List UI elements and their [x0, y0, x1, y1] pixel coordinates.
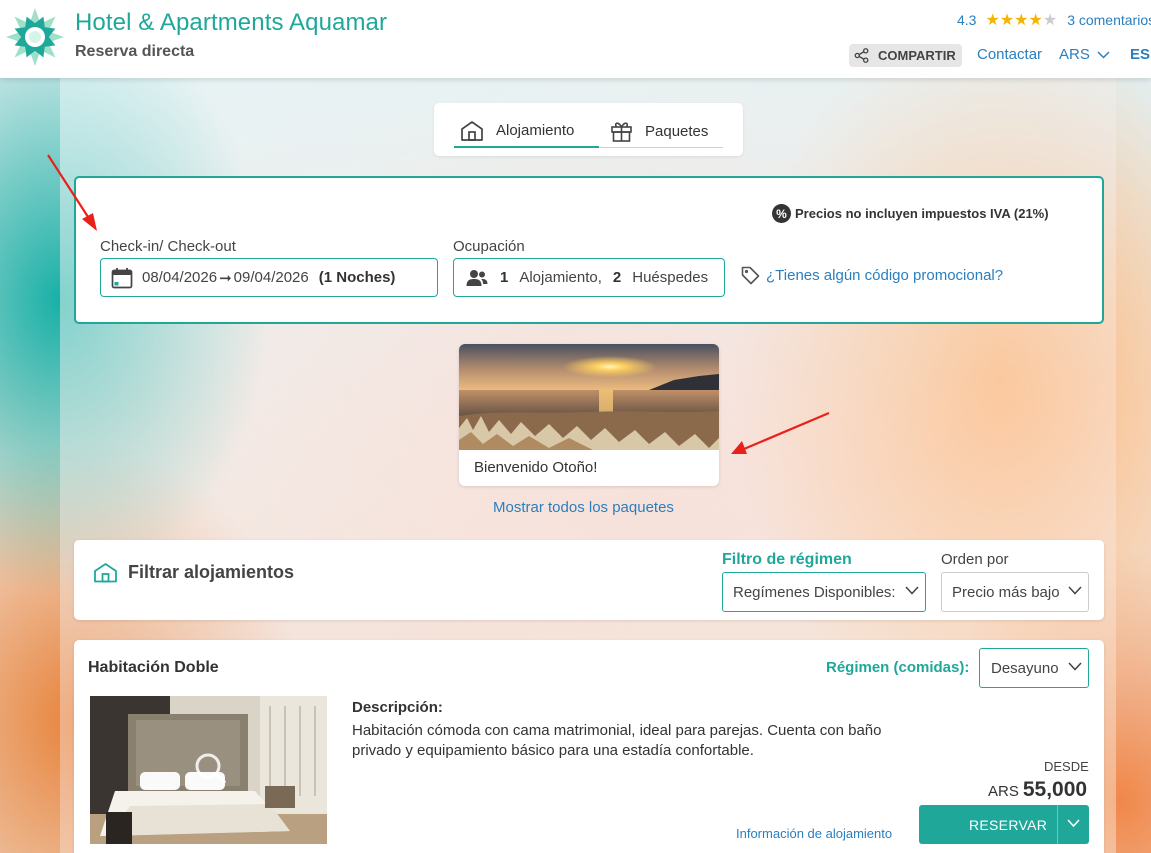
chevron-down-icon — [1097, 50, 1110, 59]
promo-code-label: ¿Tienes algún código promocional? — [766, 267, 1004, 284]
chevron-down-icon — [1068, 586, 1082, 595]
house-icon — [461, 120, 483, 141]
package-image — [459, 344, 719, 450]
search-panel: % Precios no incluyen impuestos IVA (21%… — [74, 176, 1104, 324]
price-amount: 55,000 — [1022, 778, 1088, 801]
chevron-down-icon[interactable] — [1067, 819, 1080, 828]
guests-label: Huéspedes — [632, 269, 709, 286]
room-title: Habitación Doble — [88, 659, 219, 676]
meal-plan-select[interactable]: Desayuno — [979, 648, 1089, 688]
filter-heading: Filtrar alojamientos — [93, 562, 294, 583]
checkin-date: 08/04/2026 — [142, 269, 218, 286]
order-by-label: Orden por — [941, 551, 1009, 568]
tab-packages[interactable]: Paquetes — [599, 115, 723, 148]
reserve-label: RESERVAR — [969, 817, 1048, 833]
price-from-label: DESDE — [1044, 759, 1089, 774]
reserve-button[interactable]: RESERVAR — [919, 805, 1089, 844]
hotel-logo[interactable] — [4, 6, 66, 68]
house-icon — [94, 563, 117, 583]
rating-summary[interactable]: 4.3 ★★★★★ 3 comentarios — [957, 10, 1151, 30]
price-currency: ARS — [988, 783, 1019, 800]
date-range-picker[interactable]: 08/04/2026 ➞ 09/04/2026 (1 Noches) — [100, 258, 438, 297]
package-card[interactable]: Bienvenido Otoño! — [459, 344, 719, 486]
percent-icon: % — [772, 204, 791, 223]
tab-accommodation-label: Alojamiento — [496, 122, 575, 139]
package-name: Bienvenido Otoño! — [474, 459, 598, 476]
calendar-icon — [111, 267, 133, 288]
hotel-title[interactable]: Hotel & Apartments Aquamar — [75, 9, 387, 37]
tax-note: % Precios no incluyen impuestos IVA (21%… — [772, 204, 1049, 223]
checkout-date: 09/04/2026 — [233, 269, 309, 286]
contact-link[interactable]: Contactar — [977, 46, 1042, 63]
date-arrow: ➞ — [219, 269, 232, 287]
chevron-down-icon — [1068, 662, 1082, 671]
occupancy-label: Ocupación — [453, 238, 525, 255]
regime-filter-value: Regímenes Disponibles: — [733, 583, 896, 601]
reviews-link[interactable]: 3 comentarios — [1067, 12, 1151, 28]
room-info-link[interactable]: Información de alojamiento — [736, 826, 892, 841]
tab-accommodation[interactable]: Alojamiento — [454, 115, 599, 148]
button-divider — [1057, 805, 1058, 844]
site-header: Hotel & Apartments Aquamar Reserva direc… — [0, 0, 1151, 78]
order-by-value: Precio más bajo — [952, 583, 1060, 601]
room-card: Habitación Doble Régimen (comidas): Desa… — [74, 640, 1104, 853]
tab-packages-label: Paquetes — [645, 122, 709, 140]
chevron-down-icon — [905, 586, 919, 595]
room-price: ARS 55,000 — [988, 778, 1087, 802]
regime-filter-label: Filtro de régimen — [722, 551, 852, 568]
rating-value: 4.3 — [957, 12, 977, 28]
hotel-subtitle: Reserva directa — [75, 43, 195, 60]
regime-filter-select[interactable]: Regímenes Disponibles: — [722, 572, 926, 612]
order-by-select[interactable]: Precio más bajo — [941, 572, 1089, 612]
rooms-label: Alojamiento, — [519, 269, 602, 286]
description-text: Habitación cómoda con cama matrimonial, … — [352, 722, 882, 759]
description-title: Descripción: — [352, 699, 443, 716]
language-selector[interactable]: ES — [1130, 46, 1150, 63]
meal-plan-label: Régimen (comidas): — [826, 659, 970, 676]
share-button[interactable]: COMPARTIR — [849, 44, 962, 67]
show-all-packages-link[interactable]: Mostrar todos los paquetes — [493, 499, 674, 516]
promo-code-link[interactable]: ¿Tienes algún código promocional? — [741, 266, 1003, 285]
guests-count: 2 — [612, 269, 622, 286]
gift-icon — [611, 122, 632, 142]
booking-tabs: Alojamiento Paquetes — [434, 103, 743, 156]
room-image[interactable] — [90, 696, 327, 844]
nights-count: (1 Noches) — [318, 269, 396, 286]
dates-label: Check-in/ Check-out — [100, 238, 236, 255]
occupancy-selector[interactable]: 1 Alojamiento, 2 Huéspedes — [453, 258, 725, 297]
tag-icon — [741, 266, 760, 285]
tax-note-text: Precios no incluyen impuestos IVA (21%) — [795, 206, 1049, 221]
people-icon — [466, 269, 488, 286]
share-label: COMPARTIR — [878, 48, 956, 63]
star-rating-icon: ★★★★★ — [985, 12, 1058, 29]
filter-title: Filtrar alojamientos — [128, 562, 295, 582]
meal-plan-value: Desayuno — [991, 659, 1059, 677]
currency-value: ARS — [1059, 46, 1090, 63]
currency-selector[interactable]: ARS — [1059, 46, 1110, 63]
filter-bar: Filtrar alojamientos Filtro de régimen R… — [74, 540, 1104, 620]
share-icon — [854, 48, 869, 63]
rooms-count: 1 — [500, 269, 509, 286]
